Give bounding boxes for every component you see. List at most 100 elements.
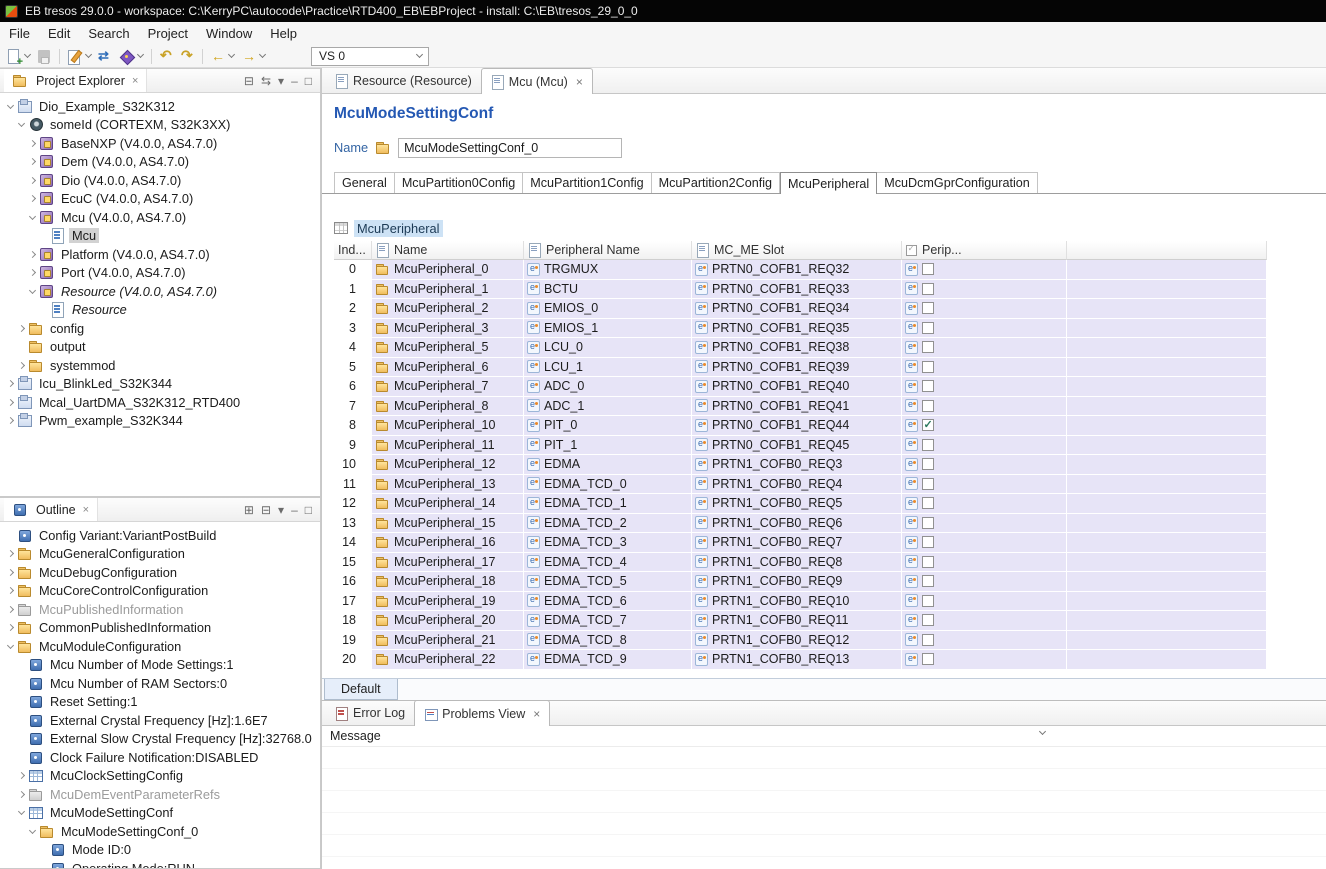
cell-peripheral-name[interactable]: EMIOS_1 (524, 318, 692, 338)
chevron-collapsed-icon[interactable] (4, 417, 17, 425)
cell-peripheral-enable[interactable] (902, 338, 1067, 358)
chevron-collapsed-icon[interactable] (4, 380, 17, 388)
table-row[interactable]: 9 McuPeripheral_11 PIT_1 PRTN0_COFB1_REQ45 (334, 435, 1267, 455)
chevron-collapsed-icon[interactable] (15, 772, 28, 780)
config-tab-mcupartition1config[interactable]: McuPartition1Config (523, 172, 652, 193)
config-tab-general[interactable]: General (334, 172, 395, 193)
column-header-perip[interactable]: Perip... (902, 241, 1067, 260)
chevron-expanded-icon[interactable] (4, 101, 17, 109)
link-with-editor-icon[interactable]: ⇆ (261, 75, 271, 87)
outline-item-mcumodesettingconf[interactable]: McuModeSettingConf (0, 804, 320, 823)
table-row[interactable]: 10 McuPeripheral_12 EDMA PRTN1_COFB0_REQ3 (334, 455, 1267, 475)
cell-name[interactable]: McuPeripheral_6 (372, 357, 524, 377)
config-tab-mcuperipheral[interactable]: McuPeripheral (780, 172, 878, 194)
outline-item-external-slow-crystal-frequency-hz-32768-0[interactable]: External Slow Crystal Frequency [Hz]:327… (0, 730, 320, 749)
outline-item-reset-setting-1[interactable]: Reset Setting:1 (0, 693, 320, 712)
table-row[interactable]: 20 McuPeripheral_22 EDMA_TCD_9 PRTN1_COFB0_… (334, 650, 1267, 670)
cell-peripheral-enable[interactable] (902, 279, 1067, 299)
peripheral-enable-checkbox[interactable] (922, 263, 934, 276)
chevron-collapsed-icon[interactable] (26, 250, 39, 258)
cell-mcme-slot[interactable]: PRTN1_COFB0_REQ12 (692, 630, 902, 650)
minimize-icon[interactable]: – (291, 75, 298, 87)
cell-name[interactable]: McuPeripheral_18 (372, 572, 524, 592)
cell-name[interactable]: McuPeripheral_2 (372, 299, 524, 319)
chevron-expanded-icon[interactable] (26, 826, 39, 834)
cell-name[interactable]: McuPeripheral_13 (372, 474, 524, 494)
column-header-peripheral-name[interactable]: Peripheral Name (524, 241, 692, 260)
outline-item-mcuclocksettingconfig[interactable]: McuClockSettingConfig (0, 767, 320, 786)
column-header-ind[interactable]: Ind... (334, 241, 372, 260)
cell-mcme-slot[interactable]: PRTN0_COFB1_REQ32 (692, 260, 902, 280)
chevron-down-icon[interactable] (226, 50, 236, 61)
chevron-collapsed-icon[interactable] (4, 568, 17, 576)
cell-peripheral-name[interactable]: EDMA_TCD_7 (524, 611, 692, 631)
cell-mcme-slot[interactable]: PRTN0_COFB1_REQ45 (692, 435, 902, 455)
cell-peripheral-name[interactable]: EDMA_TCD_6 (524, 591, 692, 611)
config-tab-mcudcmgprconfiguration[interactable]: McuDcmGprConfiguration (877, 172, 1038, 193)
chevron-expanded-icon[interactable] (4, 641, 17, 649)
cell-peripheral-enable[interactable] (902, 552, 1067, 572)
cell-peripheral-name[interactable]: EDMA_TCD_2 (524, 513, 692, 533)
menu-help[interactable]: Help (261, 24, 306, 43)
tab-default[interactable]: Default (324, 679, 398, 700)
cell-mcme-slot[interactable]: PRTN1_COFB0_REQ5 (692, 494, 902, 514)
config-tab-mcupartition0config[interactable]: McuPartition0Config (394, 172, 524, 193)
peripheral-enable-checkbox[interactable] (922, 302, 934, 315)
cell-name[interactable]: McuPeripheral_19 (372, 591, 524, 611)
cell-peripheral-name[interactable]: PIT_1 (524, 435, 692, 455)
cell-peripheral-name[interactable]: BCTU (524, 279, 692, 299)
outline-item-mcucorecontrolconfiguration[interactable]: McuCoreControlConfiguration (0, 582, 320, 601)
cell-mcme-slot[interactable]: PRTN0_COFB1_REQ38 (692, 338, 902, 358)
cell-name[interactable]: McuPeripheral_8 (372, 396, 524, 416)
cell-peripheral-enable[interactable] (902, 611, 1067, 631)
cell-peripheral-enable[interactable] (902, 494, 1067, 514)
cell-peripheral-name[interactable]: ADC_1 (524, 396, 692, 416)
tab-outline[interactable]: Outline × (4, 498, 99, 521)
peripheral-enable-checkbox[interactable] (922, 575, 934, 588)
peripheral-enable-checkbox[interactable] (922, 399, 934, 412)
outline-item-mcu-number-of-mode-settings-1[interactable]: Mcu Number of Mode Settings:1 (0, 656, 320, 675)
chevron-collapsed-icon[interactable] (15, 790, 28, 798)
code-generator-button[interactable] (116, 46, 147, 66)
close-icon[interactable]: × (533, 707, 540, 721)
chevron-expanded-icon[interactable] (26, 286, 39, 294)
cell-peripheral-name[interactable]: ADC_0 (524, 377, 692, 397)
config-tab-mcupartition2config[interactable]: McuPartition2Config (651, 172, 781, 193)
collapse-all-icon[interactable]: ⊟ (244, 75, 254, 87)
chevron-down-icon[interactable] (257, 50, 267, 61)
chevron-collapsed-icon[interactable] (4, 398, 17, 406)
peripheral-enable-checkbox[interactable] (922, 341, 934, 354)
tab-error-log[interactable]: Error Log (326, 700, 414, 725)
project-item-port-v4-0-0-as4-7-0[interactable]: Port (V4.0.0, AS4.7.0) (0, 264, 320, 283)
chevron-collapsed-icon[interactable] (4, 550, 17, 558)
cell-peripheral-name[interactable]: TRGMUX (524, 260, 692, 280)
cell-peripheral-enable[interactable] (902, 377, 1067, 397)
project-item-icu-blinkled-s32k344[interactable]: Icu_BlinkLed_S32K344 (0, 375, 320, 394)
table-row[interactable]: 16 McuPeripheral_18 EDMA_TCD_5 PRTN1_COFB0_… (334, 572, 1267, 592)
cell-peripheral-enable[interactable] (902, 455, 1067, 475)
cell-mcme-slot[interactable]: PRTN1_COFB0_REQ4 (692, 474, 902, 494)
cell-peripheral-enable[interactable] (902, 513, 1067, 533)
project-item-dio-example-s32k312[interactable]: Dio_Example_S32K312 (0, 97, 320, 116)
cell-name[interactable]: McuPeripheral_22 (372, 650, 524, 670)
cell-peripheral-enable[interactable] (902, 533, 1067, 553)
table-row[interactable]: 7 McuPeripheral_8 ADC_1 PRTN0_COFB1_REQ41 (334, 396, 1267, 416)
cell-peripheral-enable[interactable] (902, 357, 1067, 377)
outline-item-clock-failure-notification-disabled[interactable]: Clock Failure Notification:DISABLED (0, 748, 320, 767)
cell-mcme-slot[interactable]: PRTN0_COFB1_REQ39 (692, 357, 902, 377)
outline-item-mcupublishedinformation[interactable]: McuPublishedInformation (0, 600, 320, 619)
cell-name[interactable]: McuPeripheral_0 (372, 260, 524, 280)
peripheral-enable-checkbox[interactable] (922, 321, 934, 334)
editor-presentation-button[interactable] (64, 46, 95, 66)
chevron-expanded-icon[interactable] (15, 120, 28, 128)
table-row[interactable]: 13 McuPeripheral_15 EDMA_TCD_2 PRTN1_COFB0_… (334, 513, 1267, 533)
cell-peripheral-enable[interactable] (902, 396, 1067, 416)
cell-mcme-slot[interactable]: PRTN1_COFB0_REQ11 (692, 611, 902, 631)
cell-peripheral-name[interactable]: LCU_0 (524, 338, 692, 358)
editor-tab-mcu-mcu[interactable]: Mcu (Mcu) × (480, 68, 593, 94)
cell-name[interactable]: McuPeripheral_20 (372, 611, 524, 631)
cell-name[interactable]: McuPeripheral_10 (372, 416, 524, 436)
table-row[interactable]: 5 McuPeripheral_6 LCU_1 PRTN0_COFB1_REQ39 (334, 357, 1267, 377)
table-row[interactable]: 14 McuPeripheral_16 EDMA_TCD_3 PRTN1_COFB0_… (334, 533, 1267, 553)
outline-item-mcumodesettingconf-0[interactable]: McuModeSettingConf_0 (0, 822, 320, 841)
